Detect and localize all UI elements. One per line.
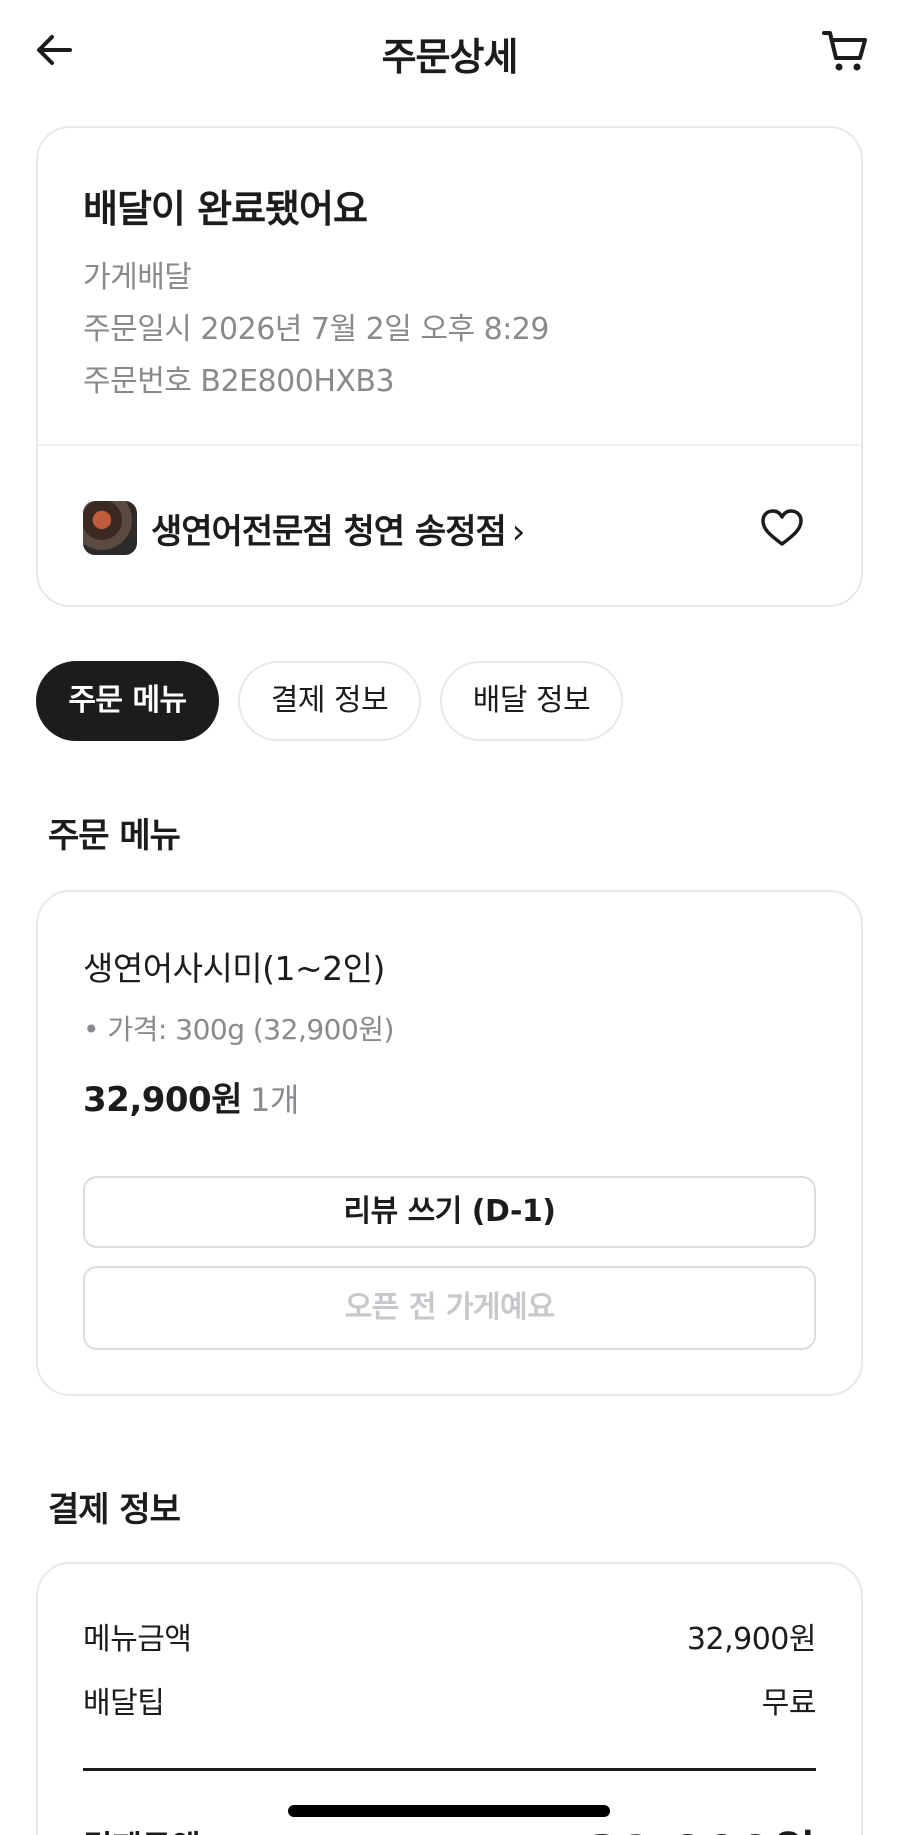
store-name[interactable]: 생연어전문점 청연 송정점 › <box>151 504 526 553</box>
divider <box>38 444 861 446</box>
tab-payment-info[interactable]: 결제 정보 <box>238 661 421 741</box>
payment-row-value: 무료 <box>761 1686 817 1721</box>
payment-total-value: 32,900원 <box>587 1814 816 1835</box>
menu-item-quantity: 1개 <box>249 1081 299 1119</box>
store-name-text: 생연어전문점 청연 송정점 <box>151 512 507 552</box>
tab-order-menu[interactable]: 주문 메뉴 <box>36 661 219 741</box>
delivery-type: 가게배달 <box>83 260 192 295</box>
cart-icon[interactable] <box>819 24 871 76</box>
order-status-card: 배달이 완료됐어요 가게배달 주문일시 2026년 7월 2일 오후 8:29 … <box>36 126 863 607</box>
delivery-status-title: 배달이 완료됐어요 <box>83 187 368 231</box>
payment-total-row: 결제금액 32,900원 <box>83 1814 816 1835</box>
app-header: 주문상세 <box>0 0 899 100</box>
write-review-button[interactable]: 리뷰 쓰기 (D-1) <box>83 1176 816 1248</box>
order-menu-heading: 주문 메뉴 <box>48 816 181 856</box>
payment-row: 배달팁 무료 <box>83 1678 817 1721</box>
menu-item-option: • 가격: 300g (32,900원) <box>83 1013 394 1046</box>
menu-item-name: 생연어사시미(1~2인) <box>83 949 385 988</box>
chevron-right-icon: › <box>511 512 526 552</box>
order-number: 주문번호 B2E800HXB3 <box>83 364 395 399</box>
payment-row-label: 배달팁 <box>83 1686 165 1721</box>
order-datetime: 주문일시 2026년 7월 2일 오후 8:29 <box>83 312 549 347</box>
store-closed-button: 오픈 전 가게예요 <box>83 1266 816 1350</box>
payment-card: 메뉴금액 32,900원 배달팁 무료 결제금액 32,900원 <box>36 1562 863 1835</box>
heart-outline-icon[interactable] <box>756 502 808 554</box>
payment-row: 메뉴금액 32,900원 <box>83 1614 817 1657</box>
menu-item-price-line: 32,900원 1개 <box>83 1072 299 1121</box>
payment-row-label: 메뉴금액 <box>83 1622 192 1657</box>
payment-info-heading: 결제 정보 <box>48 1490 181 1530</box>
menu-item-price: 32,900원 <box>83 1080 242 1120</box>
page-title: 주문상세 <box>381 35 519 79</box>
payment-row-value: 32,900원 <box>686 1622 817 1657</box>
store-link[interactable]: 생연어전문점 청연 송정점 › <box>83 498 816 558</box>
order-menu-card: 생연어사시미(1~2인) • 가격: 300g (32,900원) 32,900… <box>36 890 863 1396</box>
payment-total-label: 결제금액 <box>83 1822 201 1835</box>
payment-divider <box>83 1768 816 1771</box>
store-thumbnail <box>83 501 137 555</box>
home-indicator <box>288 1805 610 1817</box>
tab-delivery-info[interactable]: 배달 정보 <box>440 661 623 741</box>
